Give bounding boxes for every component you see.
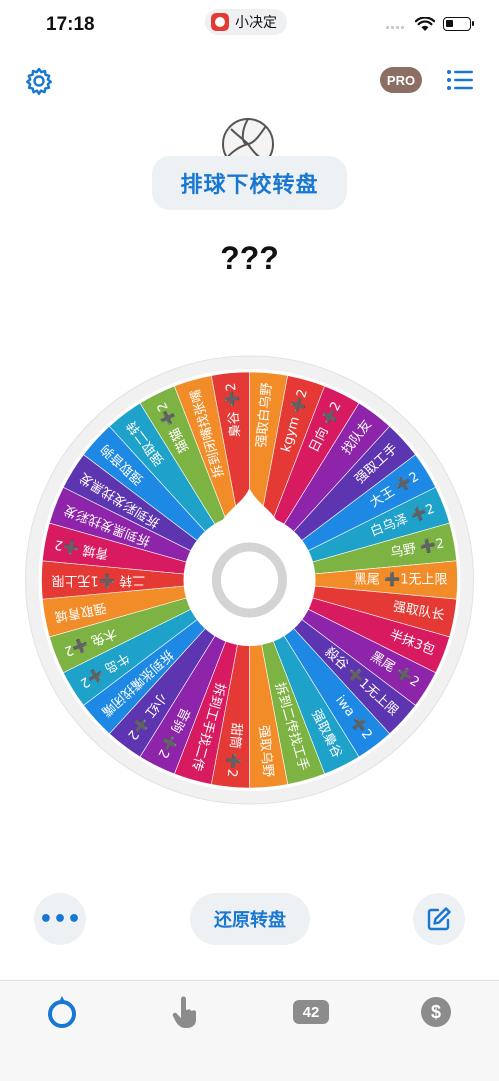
app-indicator[interactable]: 小决定 (205, 9, 287, 35)
dollar-icon: $ (421, 997, 451, 1027)
settings-gear-icon[interactable] (24, 66, 54, 96)
battery-icon (443, 17, 474, 31)
spin-wheel[interactable]: 强取白乌野 kgym ➕2日向 ➕2找队友强取工手大王 ➕2白乌泽 ➕2乌野 ➕2… (0, 330, 499, 830)
status-bar: 17:18 小决定 (0, 0, 499, 52)
cellular-signal-icon (386, 26, 404, 29)
wheel-segment-label: 二转 ➕1无上限 (52, 573, 146, 589)
app-name: 小决定 (235, 15, 277, 31)
list-menu-icon[interactable] (446, 68, 474, 92)
wheel-title-button[interactable]: 排球下校转盘 (152, 156, 347, 210)
tab-wheel[interactable] (42, 995, 82, 1029)
tab-tap[interactable] (166, 995, 206, 1029)
wheel-segment-label: 黑尾 ➕1无上限 (354, 572, 448, 588)
edit-icon (427, 907, 451, 931)
hand-pointer-icon (172, 996, 196, 1028)
wheel-tab-icon (48, 996, 76, 1028)
more-options-button[interactable]: ••• (34, 893, 86, 945)
edit-button[interactable] (413, 893, 465, 945)
tab-count[interactable]: 42 (291, 995, 331, 1029)
spin-hub-button[interactable] (183, 514, 316, 646)
status-time: 17:18 (46, 14, 95, 35)
pro-badge[interactable]: PRO (380, 67, 422, 93)
spin-result: ??? (220, 240, 279, 276)
wifi-icon (415, 17, 435, 31)
tab-bar: 42 $ (0, 980, 499, 1081)
tab-purchase[interactable]: $ (416, 995, 456, 1029)
app-icon (211, 13, 229, 31)
count-badge: 42 (293, 1000, 329, 1024)
reset-wheel-button[interactable]: 还原转盘 (190, 893, 310, 945)
